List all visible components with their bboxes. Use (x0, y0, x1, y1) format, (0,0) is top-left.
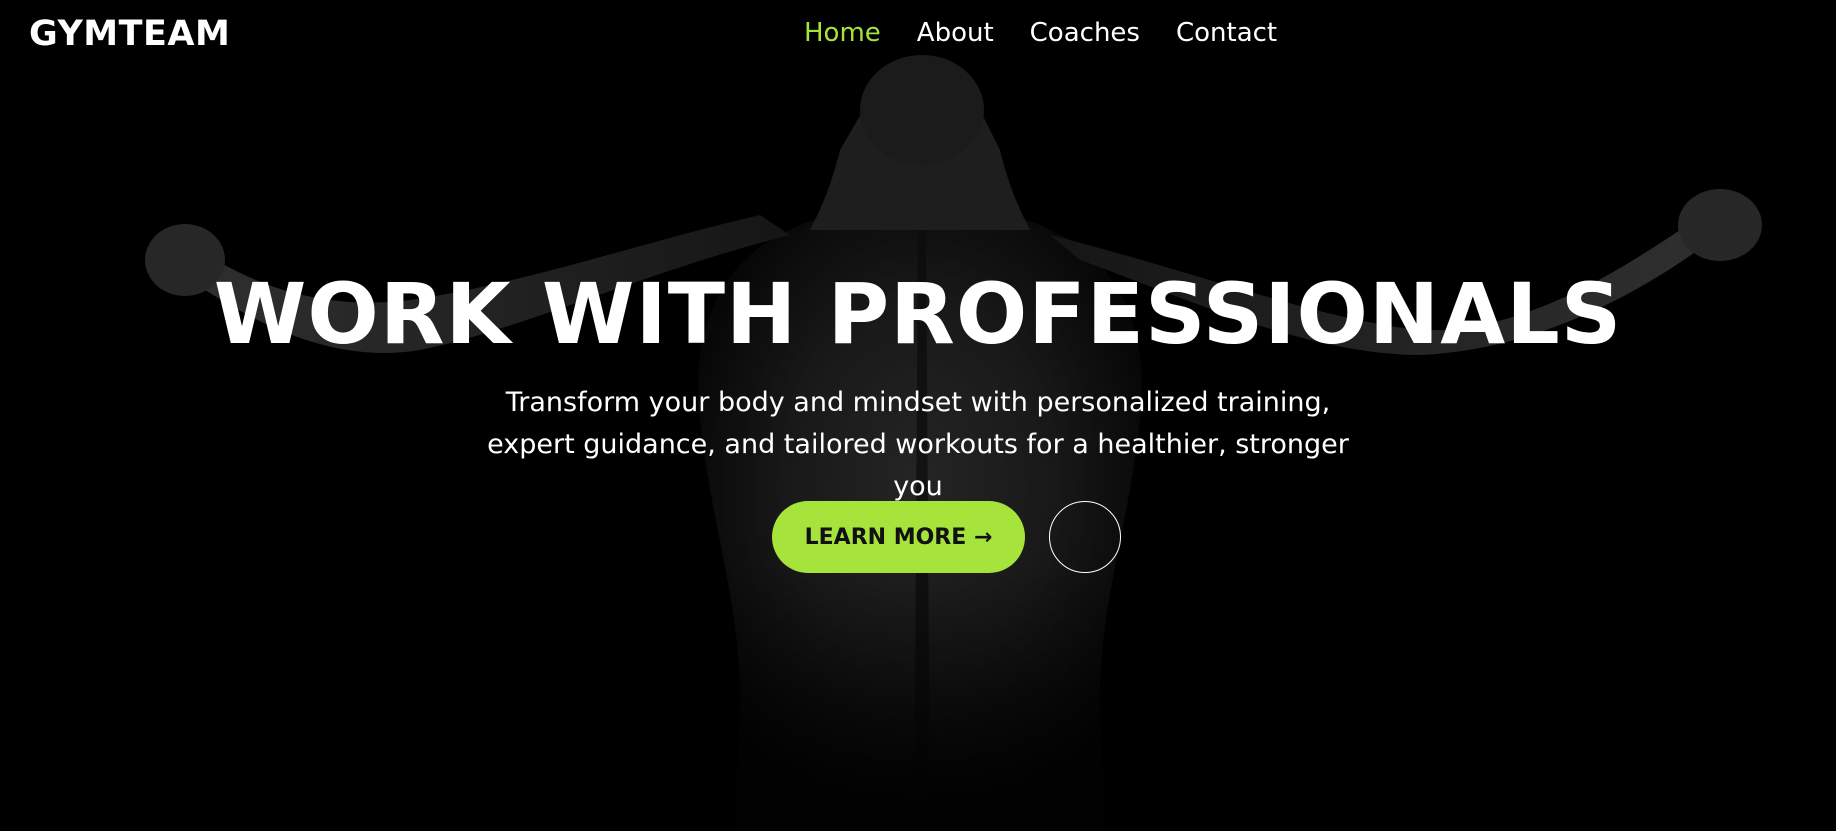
circle-icon[interactable] (1049, 501, 1121, 573)
hero: WORK WITH PROFESSIONALS Transform your b… (0, 0, 1836, 831)
hero-title: WORK WITH PROFESSIONALS (213, 265, 1623, 363)
page: GYMTEAM Home About Coaches Contact WORK … (0, 0, 1836, 831)
hero-subtitle: Transform your body and mindset with per… (487, 387, 1349, 502)
learn-more-button[interactable]: LEARN MORE → (772, 501, 1025, 573)
